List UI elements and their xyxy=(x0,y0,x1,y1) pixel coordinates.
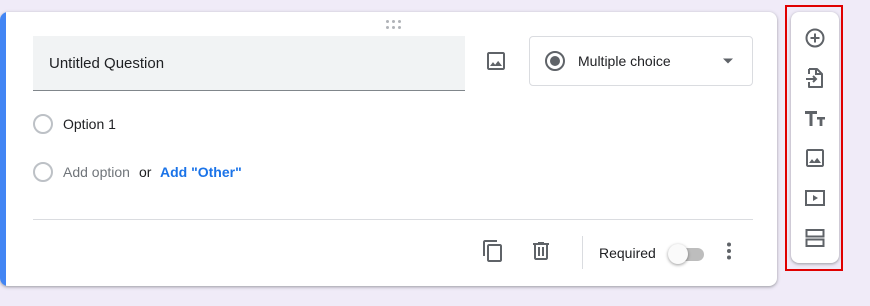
footer-vertical-divider xyxy=(582,236,583,269)
add-other-button[interactable]: Add "Other" xyxy=(160,164,242,180)
question-type-dropdown[interactable]: Multiple choice xyxy=(529,36,753,86)
add-question-icon[interactable] xyxy=(803,26,827,50)
required-label: Required xyxy=(599,245,656,261)
question-card[interactable]: Untitled Question Multiple choice Option… xyxy=(0,12,777,286)
floating-toolbar xyxy=(791,12,839,263)
drag-handle-icon[interactable] xyxy=(384,19,404,31)
delete-icon[interactable] xyxy=(529,239,553,263)
required-toggle[interactable] xyxy=(668,243,706,265)
add-image-icon[interactable] xyxy=(484,49,508,73)
or-label: or xyxy=(139,164,152,180)
question-title-text[interactable]: Untitled Question xyxy=(49,55,164,72)
question-type-label: Multiple choice xyxy=(578,53,671,69)
duplicate-icon[interactable] xyxy=(481,239,505,263)
dropdown-caret-icon xyxy=(722,57,734,65)
add-section-icon[interactable] xyxy=(803,226,827,250)
add-title-icon[interactable] xyxy=(803,106,827,130)
add-video-icon[interactable] xyxy=(803,186,827,210)
add-option-button[interactable]: Add option xyxy=(63,164,130,180)
option-radio xyxy=(33,114,53,134)
footer-divider xyxy=(33,219,753,220)
add-image-icon[interactable] xyxy=(803,146,827,170)
import-questions-icon[interactable] xyxy=(803,66,827,90)
question-title-field[interactable]: Untitled Question xyxy=(33,36,465,91)
active-card-accent xyxy=(0,12,6,286)
toggle-knob xyxy=(668,244,688,264)
option-label[interactable]: Option 1 xyxy=(63,116,116,132)
add-option-radio xyxy=(33,162,53,182)
more-vert-icon[interactable] xyxy=(717,239,741,263)
radio-checked-icon xyxy=(544,50,566,72)
